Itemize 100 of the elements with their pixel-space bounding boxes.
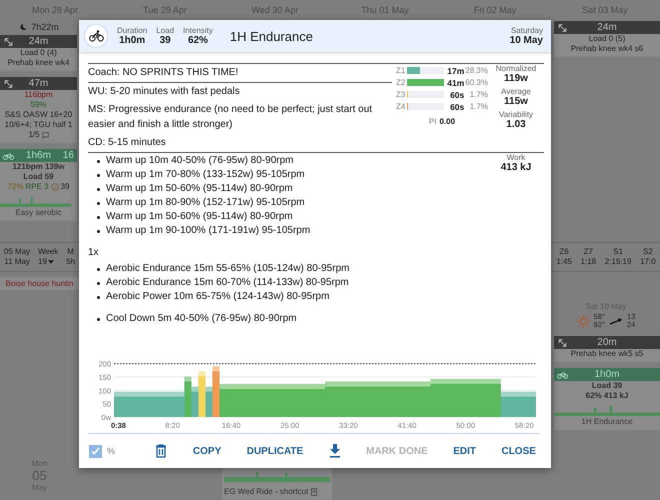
metric-label: Normalized (496, 64, 536, 73)
bullet-icon (97, 268, 100, 270)
workout-step: Aerobic Endurance 15m 60-70% (114-133w) 80-95rpm (106, 276, 349, 290)
workout-title: 1H Endurance (580, 416, 634, 427)
pi-label: PI (428, 117, 436, 126)
diagonal-arrow-icon (557, 338, 568, 348)
workout-card[interactable]: 24m Load 0 (4) Prehab knee wk4 (0, 35, 77, 71)
total-label: Z6 (558, 247, 570, 257)
bicycle-icon (557, 370, 568, 380)
sleep-text: 7h22m (31, 22, 59, 32)
workout-title: Easy aerobic (14, 207, 63, 218)
card-text: Prehab knee wk4 s6 (570, 44, 644, 54)
caret-icon[interactable] (48, 260, 54, 264)
card-text: 59% (29, 100, 48, 110)
duration-text: 20m (597, 337, 617, 348)
card-count: 16 (62, 150, 74, 161)
diagonal-arrow-icon (557, 22, 568, 32)
zone-time: 60s (449, 102, 464, 112)
action-button[interactable]: DUPLICATE (242, 442, 308, 460)
total-value: 1:18 (580, 257, 596, 267)
cyclist-icon (88, 30, 104, 42)
workout-step: Aerobic Endurance 15m 55-65% (105-124w) 80-95rpm (106, 262, 350, 276)
workout-card[interactable]: 1h6m 16 121bpm 139w Load 59 72% RPE 3 39 Easy aerobic (0, 149, 77, 221)
bullet-icon (97, 202, 100, 204)
card-text: Load 39 (590, 381, 624, 391)
rpe-text: RPE 3 (25, 182, 49, 192)
coach-note: WU: 5-20 minutes with fast pedals (88, 85, 241, 99)
action-button[interactable]: EDIT (448, 442, 482, 460)
bullet-icon (97, 174, 100, 176)
comment-count: 1/5 (28, 130, 40, 140)
zone-time: 41m (446, 78, 464, 88)
card-text: Load 59 (22, 172, 55, 182)
date-text: 10 May (510, 35, 543, 46)
calendar-note[interactable]: Boise house huntin (0, 277, 79, 290)
card-text: 10/6+4; TGU half 1 (4, 120, 74, 130)
diagonal-arrow-icon (3, 78, 14, 88)
stat-label: Duration (117, 26, 148, 35)
action-button[interactable]: COPY (188, 442, 226, 460)
week-number: 19 (38, 257, 47, 267)
comment-icon[interactable] (42, 132, 49, 138)
workout-step: Warm up 1m 90-100% (171-191w) 95-105rpm (106, 224, 310, 238)
workout-step: Aerobic Power 10m 65-75% (124-143w) 80-95rpm (106, 290, 330, 304)
workout-card[interactable]: 1h0m Load 39 62% 413 kJ 1H Endurance (554, 368, 660, 430)
workout-step: Warm up 1m 50-60% (95-114w) 80-90rpm (106, 210, 293, 224)
total-value: 2:15:19 (604, 257, 632, 267)
card-text: 62% 413 kJ (584, 391, 630, 401)
stat-value: 39 (160, 35, 171, 46)
workout-card[interactable]: 20m Prehab knee wk5 s5 (554, 336, 660, 362)
total-label: S2 (642, 247, 654, 257)
workout-step: Warm up 10m 40-50% (76-95w) 80-90rpm (106, 154, 294, 168)
card-text: Prehab knee wk5 s5 (570, 349, 644, 359)
bullet-icon (97, 230, 100, 232)
column-3-value: 5h (66, 257, 76, 267)
week-start: 05 May (4, 247, 30, 257)
card-text: S&S OASW 16+20 (4, 110, 74, 120)
workout-card[interactable]: EG Wed Ride - shortcut (222, 468, 332, 500)
metric-label: Work (506, 153, 526, 162)
download-icon (328, 444, 341, 458)
checkbox-label: % (107, 446, 116, 456)
moon-icon (20, 23, 28, 31)
action-button[interactable]: CLOSE (496, 442, 541, 460)
pi-value: 0.00 (439, 117, 456, 126)
total-label: Z7 (582, 247, 594, 257)
stat-label: Load (156, 26, 174, 35)
repeat-count: 1x (88, 246, 100, 260)
zone-percent: 28.3% (464, 66, 488, 75)
wind-arrow-icon (609, 318, 623, 324)
workout-card[interactable]: 47m 116bpm 59% S&S OASW 16+20 10/6+4; TGU half 1 1/5 (0, 77, 77, 143)
card-text: 116bpm (23, 90, 54, 100)
week-label: Week (38, 247, 58, 257)
bullet-icon (97, 296, 100, 298)
metric-label: Variability (498, 110, 534, 119)
workout-step: Warm up 1m 70-80% (133-152w) 95-105rpm (106, 168, 305, 182)
stat-label: Intensity (183, 26, 213, 35)
week-end: 11 May (4, 257, 30, 267)
stat-value: 62% (188, 35, 208, 46)
duration-text: 24m (597, 22, 617, 33)
card-text: Load 0 (4) (19, 48, 58, 58)
zone-percent: 1.7% (468, 102, 488, 111)
trash-icon (155, 444, 168, 458)
stat-value: 1h0m (119, 35, 146, 46)
note-icon (311, 488, 318, 496)
zone-label: Z4 (396, 102, 406, 111)
total-value: 17:0 (640, 257, 656, 267)
workout-title: EG Wed Ride - shortcut (224, 487, 308, 496)
bullet-icon (97, 160, 100, 162)
workout-card[interactable]: 24m Load 0 (5) Prehab knee wk4 s6 (554, 21, 660, 57)
zone-label: Z2 (396, 78, 406, 87)
card-text: Load 0 (5) (588, 34, 626, 44)
percent-checkbox[interactable] (89, 444, 102, 458)
zone-time: 17m (446, 66, 464, 76)
metric-value: 119w (504, 73, 528, 84)
duration-text: 47m (28, 78, 48, 89)
weekday-text: Saturday (510, 26, 543, 35)
duration-text: 1h0m (594, 369, 620, 380)
zone-time: 60s (449, 90, 464, 100)
zone-percent: 1.7% (468, 90, 488, 99)
total-value: 1:45 (556, 257, 572, 267)
bullet-icon (97, 318, 100, 320)
total-label: S1 (612, 247, 624, 257)
